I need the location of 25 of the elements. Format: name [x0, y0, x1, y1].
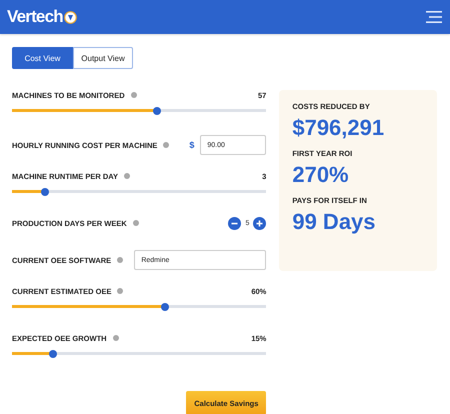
info-icon[interactable] — [130, 92, 137, 98]
result-value: 99 Days — [292, 209, 377, 235]
result-value: 270% — [292, 162, 350, 188]
slider-track[interactable] — [12, 190, 266, 193]
view-tab[interactable]: Output View — [73, 47, 133, 69]
slider-thumb[interactable] — [160, 302, 169, 310]
info-icon[interactable] — [112, 335, 119, 341]
slider-thumb[interactable] — [48, 350, 57, 358]
view-tab[interactable]: Cost View — [12, 47, 73, 69]
menu-icon[interactable] — [426, 11, 442, 23]
slider-thumb[interactable] — [152, 106, 161, 114]
slider-thumb[interactable] — [41, 188, 50, 196]
info-icon[interactable] — [163, 142, 170, 148]
slider-track[interactable] — [12, 305, 266, 308]
info-icon[interactable] — [132, 220, 139, 226]
slider-track[interactable] — [12, 109, 266, 112]
currency-sign: $ — [189, 140, 194, 150]
minus-button-icon[interactable] — [228, 216, 242, 230]
result-value: $796,291 — [292, 115, 386, 141]
info-icon[interactable] — [117, 288, 124, 294]
slider-track[interactable] — [12, 352, 266, 355]
info-icon[interactable] — [124, 173, 130, 179]
info-icon[interactable] — [117, 257, 124, 263]
logo-text[interactable]: Vertech — [7, 7, 63, 27]
plus-button-icon[interactable] — [253, 216, 266, 230]
